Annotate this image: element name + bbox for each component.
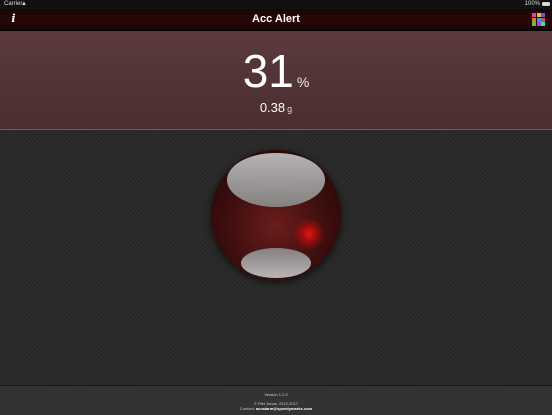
- app-grid-cell: [541, 17, 545, 22]
- ball-highlight: [227, 153, 325, 207]
- app-grid-cell: [532, 22, 536, 26]
- ball-reflection: [241, 248, 311, 278]
- footer: Version 1.2.0 © Piet Jonas, 2012-2017 Co…: [0, 385, 552, 415]
- contact-email-link[interactable]: accalarm@speedymarks.com: [256, 406, 312, 411]
- percent-value: 31: [242, 45, 294, 97]
- app-grid-cell: [532, 13, 536, 17]
- app-grid-icon[interactable]: [532, 13, 545, 26]
- version-label: Version 1.2.0: [264, 392, 288, 397]
- g-force-readout: 0.38 g: [0, 100, 552, 116]
- page-title: Acc Alert: [252, 13, 300, 25]
- app-grid-cell: [532, 17, 536, 22]
- percent-readout: 31%: [0, 48, 552, 94]
- percent-unit: %: [296, 74, 310, 90]
- battery-icon: [542, 2, 550, 6]
- battery-percent: 100%: [524, 1, 540, 7]
- app-grid-cell: [541, 22, 545, 26]
- g-force-value: 0.38: [259, 100, 286, 115]
- g-force-unit: g: [287, 104, 293, 114]
- carrier-label: Carrier: [4, 1, 23, 7]
- status-bar: Carrier ▲ 100%: [0, 0, 552, 9]
- acceleration-readout-panel: 31% 0.38 g: [0, 31, 552, 130]
- app-grid-cell: [536, 17, 541, 22]
- contact-line: Contact: accalarm@speedymarks.com: [0, 406, 552, 411]
- contact-label: Contact:: [239, 406, 255, 411]
- acceleration-dot: [293, 218, 325, 250]
- app-grid-cell: [541, 13, 545, 17]
- app-grid-cell: [536, 22, 541, 26]
- wifi-icon: ▲: [21, 1, 27, 7]
- app-grid-cell: [536, 13, 541, 17]
- navigation-bar: i Acc Alert: [0, 9, 552, 31]
- level-ball[interactable]: [211, 150, 341, 280]
